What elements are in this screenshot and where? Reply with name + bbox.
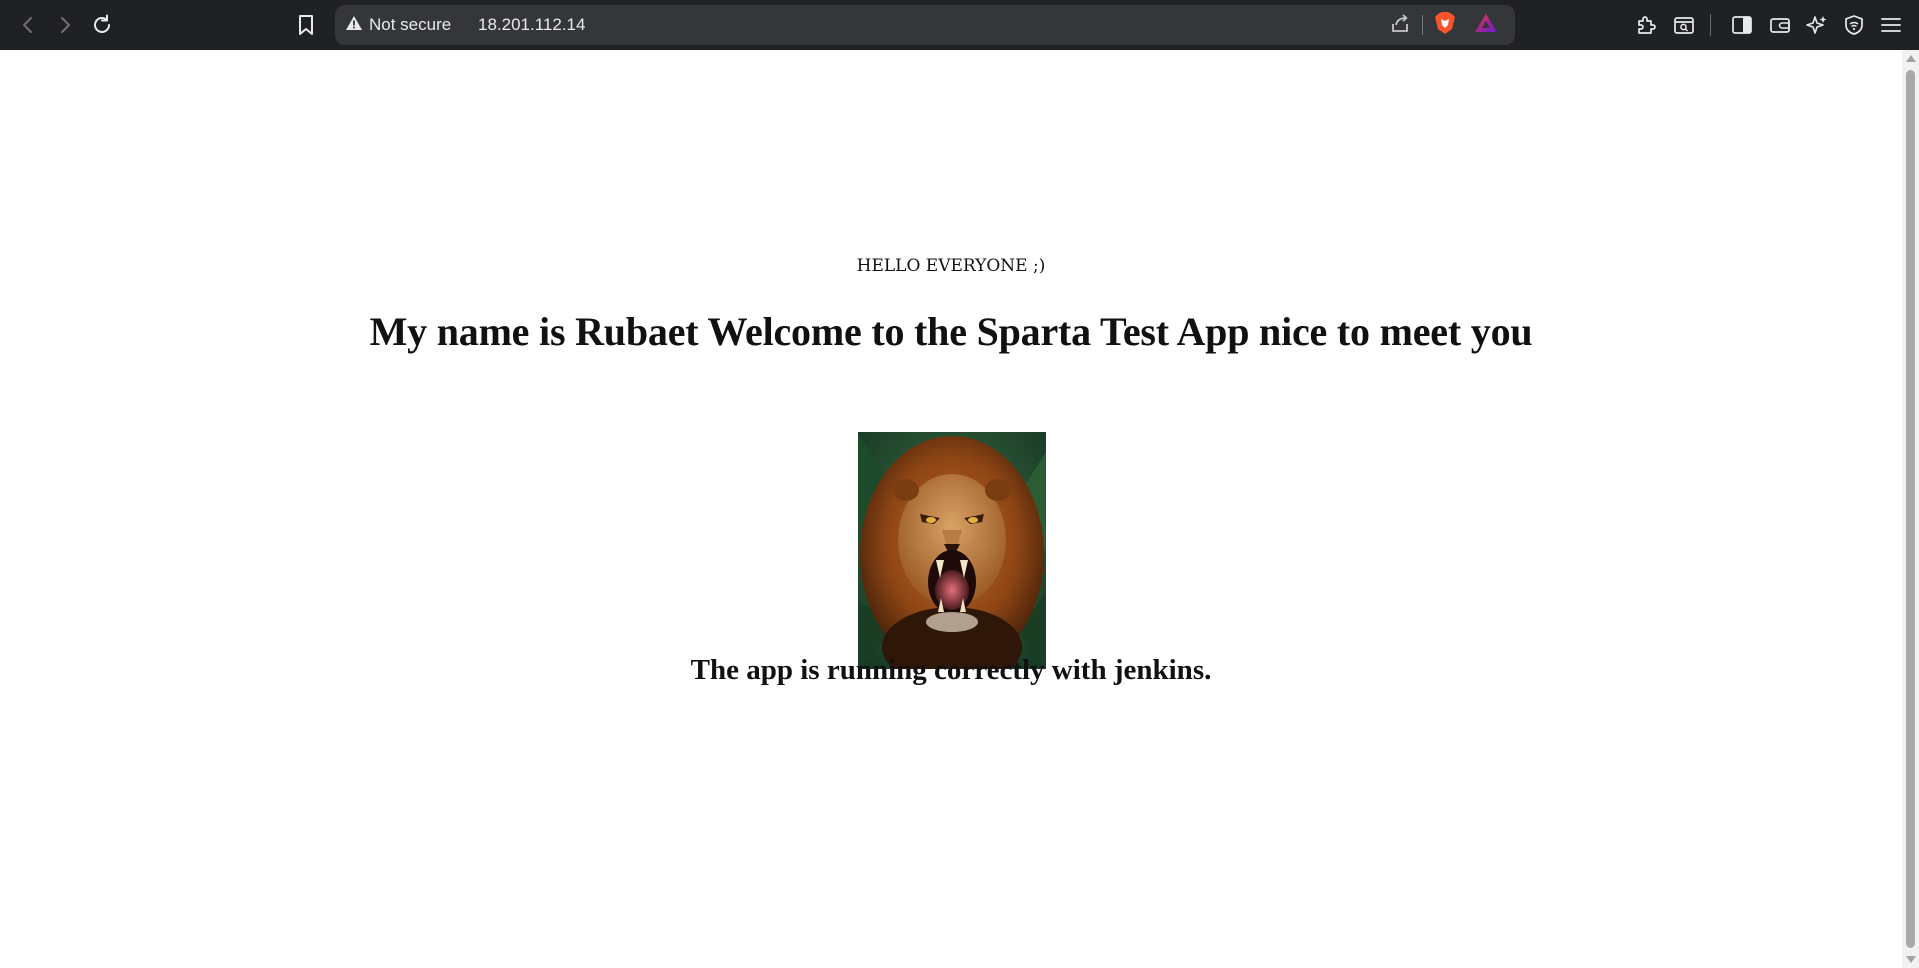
menu-icon [1880, 15, 1902, 35]
status-message: The app is running correctly with jenkin… [690, 654, 1212, 686]
vpn-button[interactable] [1840, 11, 1868, 39]
address-bar[interactable]: Not secure 18.201.112.14 [335, 5, 1515, 45]
scroll-down-arrow-icon[interactable] [1906, 956, 1916, 963]
lion-image [858, 432, 1046, 669]
scroll-up-arrow-icon[interactable] [1906, 55, 1916, 62]
bookmark-button[interactable] [292, 11, 320, 39]
back-icon [18, 15, 38, 35]
forward-icon [55, 15, 75, 35]
reload-button[interactable] [88, 11, 116, 39]
bookmark-icon [297, 14, 315, 36]
greeting-text: HELLO EVERYONE ;) [856, 256, 1046, 276]
wallet-button[interactable] [1766, 11, 1794, 39]
security-label: Not secure [369, 15, 452, 34]
sidebar-icon [1731, 15, 1753, 35]
warning-icon [345, 15, 363, 36]
brave-rewards-icon [1474, 13, 1498, 38]
page-headline: My name is Rubaet Welcome to the Sparta … [369, 309, 1533, 354]
vertical-scrollbar[interactable] [1902, 50, 1919, 968]
forward-button[interactable] [51, 11, 79, 39]
brave-rewards-button[interactable] [1473, 12, 1499, 38]
url-text[interactable]: 18.201.112.14 [478, 5, 585, 45]
extensions-button[interactable] [1632, 11, 1660, 39]
menu-button[interactable] [1877, 11, 1905, 39]
reload-icon [91, 14, 113, 36]
vpn-icon [1843, 14, 1865, 36]
brave-shields-icon [1434, 11, 1456, 40]
share-button[interactable] [1387, 12, 1413, 38]
browser-toolbar: Not secure 18.201.112.14 [0, 0, 1919, 50]
sidebar-button[interactable] [1728, 11, 1756, 39]
scrollbar-thumb[interactable] [1906, 70, 1915, 948]
back-button[interactable] [14, 11, 42, 39]
toolbar-divider [1710, 14, 1711, 36]
leo-ai-icon [1806, 14, 1828, 36]
brave-shields-button[interactable] [1432, 11, 1458, 40]
search-tabs-button[interactable] [1670, 11, 1698, 39]
share-icon [1389, 12, 1411, 39]
security-indicator[interactable]: Not secure [345, 5, 451, 45]
search-tab-icon [1673, 15, 1695, 35]
wallet-icon [1769, 15, 1791, 35]
omnibox-divider [1422, 15, 1423, 35]
extensions-icon [1635, 14, 1657, 36]
leo-ai-button[interactable] [1803, 11, 1831, 39]
